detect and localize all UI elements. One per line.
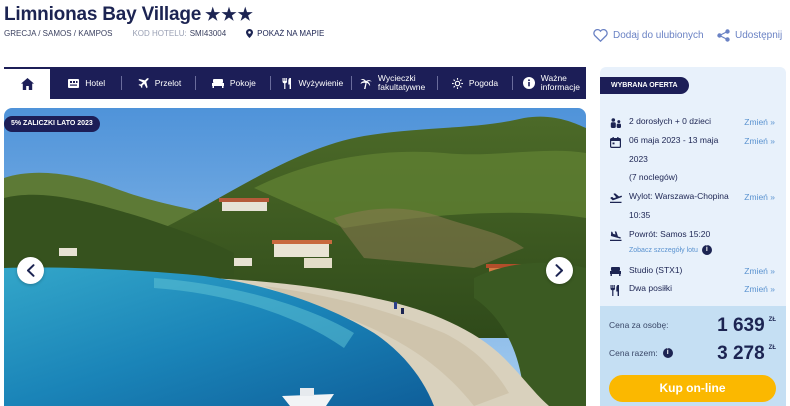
flight-details-link[interactable]: Zobacz szczegóły lotu i bbox=[629, 245, 712, 255]
heart-icon bbox=[593, 29, 608, 42]
chevron-right-icon bbox=[555, 264, 563, 277]
departure-text: Wylot: Warszawa-Chopina 10:35 bbox=[629, 187, 729, 224]
takeoff-icon bbox=[610, 192, 629, 224]
travelers-row: 2 dorosłych + 0 dzieci bbox=[610, 116, 711, 131]
tab-home[interactable] bbox=[4, 67, 51, 99]
price-total-label-row: Cena razem: i bbox=[609, 348, 673, 358]
tab-board-label: Wyżywienie bbox=[298, 78, 344, 88]
hotel-code-label: KOD HOTELU: bbox=[132, 29, 187, 38]
board-text: Dwa posiłki bbox=[629, 283, 672, 293]
price-total-label: Cena razem: bbox=[609, 348, 658, 358]
return-text: Powrót: Samos 15:20 bbox=[629, 229, 711, 239]
tab-flight[interactable]: Przelot bbox=[122, 67, 195, 99]
price-per-person-label: Cena za osobę: bbox=[609, 320, 669, 330]
currency: ZŁ bbox=[768, 317, 776, 323]
currency: ZŁ bbox=[768, 345, 776, 351]
board-row: Dwa posiłki bbox=[610, 283, 672, 298]
selected-offer-panel: WYBRANA OFERTA 2 dorosłych + 0 dzieci Zm… bbox=[600, 67, 786, 406]
people-icon bbox=[610, 117, 629, 131]
show-on-map-label: POKAŻ NA MAPIE bbox=[257, 29, 325, 38]
tab-weather[interactable]: Pogoda bbox=[438, 67, 512, 99]
plane-icon bbox=[138, 77, 149, 89]
share-label: Udostępnij bbox=[735, 30, 783, 41]
nights-count: (7 noclegów) bbox=[629, 172, 678, 182]
flight-details-label: Zobacz szczegóły lotu bbox=[629, 246, 698, 254]
landing-icon bbox=[610, 230, 629, 244]
dates-line1: 06 maja 2023 - 13 maja bbox=[629, 135, 719, 145]
tab-flight-label: Przelot bbox=[154, 78, 182, 88]
cutlery-icon bbox=[282, 77, 292, 89]
tab-important-info[interactable]: Ważne informacje bbox=[513, 67, 586, 99]
change-departure-link[interactable]: Zmień » bbox=[744, 192, 775, 202]
room-row: Studio (STX1) bbox=[610, 265, 682, 280]
hotel-name: Limnionas Bay Village bbox=[4, 4, 202, 25]
chevron-left-icon bbox=[27, 264, 35, 277]
tab-excursions[interactable]: Wycieczki fakultatywne bbox=[352, 67, 437, 99]
departure-airport: Wylot: Warszawa-Chopina bbox=[629, 191, 729, 201]
selected-offer-badge: WYBRANA OFERTA bbox=[600, 77, 689, 94]
change-travelers-link[interactable]: Zmień » bbox=[744, 117, 775, 127]
price-total: 3 278 ZŁ bbox=[717, 343, 776, 365]
share-icon bbox=[717, 29, 730, 42]
tab-important-info-label: Ważne informacje bbox=[541, 74, 580, 92]
dates-row: 06 maja 2023 - 13 maja 2023 (7 noclegów) bbox=[610, 135, 718, 187]
hotel-icon bbox=[68, 78, 80, 88]
departure-row: Wylot: Warszawa-Chopina 10:35 bbox=[610, 191, 729, 224]
bed-icon bbox=[211, 78, 224, 88]
tab-excursions-line2: fakultatywne bbox=[377, 82, 426, 92]
hotel-stars: ★★★ bbox=[205, 5, 254, 24]
tab-excursions-label: Wycieczki fakultatywne bbox=[378, 74, 425, 92]
return-row: Powrót: Samos 15:20 bbox=[610, 229, 710, 244]
dates-text: 06 maja 2023 - 13 maja 2023 (7 noclegów) bbox=[629, 131, 718, 187]
price-per-person: 1 639 ZŁ bbox=[717, 315, 776, 337]
breadcrumb[interactable]: GRECJA / SAMOS / KAMPOS bbox=[4, 29, 112, 38]
change-board-link[interactable]: Zmień » bbox=[744, 284, 775, 294]
travelers-text: 2 dorosłych + 0 dzieci bbox=[629, 116, 711, 126]
tab-board[interactable]: Wyżywienie bbox=[270, 67, 351, 99]
tab-important-info-line2: informacje bbox=[540, 82, 580, 92]
hotel-photo-gallery[interactable] bbox=[4, 108, 586, 406]
room-text: Studio (STX1) bbox=[629, 265, 683, 275]
change-room-link[interactable]: Zmień » bbox=[744, 266, 775, 276]
info-icon bbox=[522, 77, 535, 89]
hotel-code-value: SMI43004 bbox=[189, 29, 227, 38]
tab-rooms-label: Pokoje bbox=[229, 78, 256, 88]
hotel-tabs: Hotel Przelot Pokoje Wyżywienie Wycieczk… bbox=[4, 67, 586, 99]
price-per-person-value: 1 639 bbox=[717, 315, 765, 336]
tab-hotel-label: Hotel bbox=[85, 78, 106, 88]
promo-badge: 5% ZALICZKI LATO 2023 bbox=[4, 116, 100, 132]
change-dates-link[interactable]: Zmień » bbox=[744, 136, 775, 146]
calendar-icon bbox=[610, 136, 629, 187]
hotel-photo bbox=[4, 108, 586, 406]
tab-weather-label: Pogoda bbox=[468, 78, 499, 88]
show-on-map-link[interactable]: POKAŻ NA MAPIE bbox=[246, 29, 324, 38]
buy-online-button[interactable]: Kup on-line bbox=[609, 375, 776, 402]
cutlery-icon bbox=[610, 284, 629, 298]
tab-rooms[interactable]: Pokoje bbox=[196, 67, 270, 99]
palm-icon bbox=[360, 77, 372, 89]
hotel-subinfo: GRECJA / SAMOS / KAMPOS KOD HOTELU: SMI4… bbox=[4, 29, 324, 38]
info-icon[interactable]: i bbox=[662, 348, 673, 358]
sun-icon bbox=[451, 77, 463, 89]
dates-line2: 2023 bbox=[629, 153, 648, 164]
home-icon bbox=[20, 78, 34, 90]
info-icon: i bbox=[701, 245, 712, 255]
share-button[interactable]: Udostępnij bbox=[717, 29, 782, 42]
add-to-favorites-button[interactable]: Dodaj do ulubionych bbox=[593, 29, 704, 42]
bed-icon bbox=[610, 266, 629, 280]
departure-time: 10:35 bbox=[629, 209, 651, 220]
price-total-value: 3 278 bbox=[717, 343, 765, 364]
gallery-next-button[interactable] bbox=[546, 257, 573, 284]
add-to-favorites-label: Dodaj do ulubionych bbox=[613, 30, 704, 41]
tab-hotel[interactable]: Hotel bbox=[50, 67, 121, 99]
map-pin-icon bbox=[246, 29, 254, 38]
gallery-prev-button[interactable] bbox=[17, 257, 44, 284]
hotel-title: Limnionas Bay Village ★★★ bbox=[4, 4, 254, 26]
